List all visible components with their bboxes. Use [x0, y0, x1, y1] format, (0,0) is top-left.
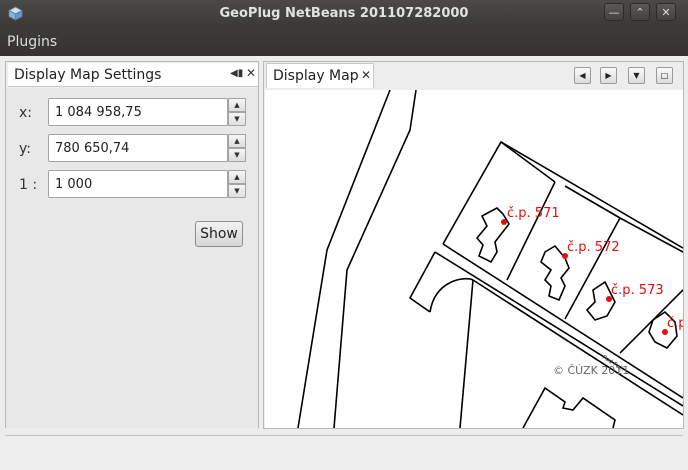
- scale-spinner: ▲ ▼: [48, 170, 246, 198]
- x-decrement-icon[interactable]: ▼: [228, 112, 246, 126]
- menu-plugins[interactable]: Plugins: [7, 34, 57, 50]
- x-spinner: ▲ ▼: [48, 98, 246, 126]
- x-increment-icon[interactable]: ▲: [228, 98, 246, 112]
- map-canvas[interactable]: č.p. 571 č.p. 572 č.p. 573 č.p. Pod Fuž.…: [265, 90, 683, 428]
- y-spinner: ▲ ▼: [48, 134, 246, 162]
- parcel-label: č.p.: [667, 316, 683, 331]
- parcel-markers: [501, 219, 668, 335]
- show-button[interactable]: Show: [195, 221, 243, 247]
- close-tab-icon[interactable]: ✕: [246, 66, 256, 80]
- window-titlebar[interactable]: GeoPlug NetBeans 201107282000 — ⌃ ✕: [0, 0, 688, 28]
- parcel-label: č.p. 573: [611, 283, 664, 298]
- tab-display-map[interactable]: Display Map ✕: [266, 63, 374, 88]
- minimize-icon[interactable]: —: [604, 3, 624, 21]
- scale-increment-icon[interactable]: ▲: [228, 170, 246, 184]
- y-increment-icon[interactable]: ▲: [228, 134, 246, 148]
- tab-display-map-settings[interactable]: Display Map Settings ◀▮ ✕: [8, 63, 258, 87]
- status-bar: [5, 435, 683, 464]
- menubar: Plugins: [0, 28, 688, 56]
- y-decrement-icon[interactable]: ▼: [228, 148, 246, 162]
- scale-label: 1 :: [19, 177, 38, 193]
- scroll-right-icon[interactable]: ▶: [600, 67, 617, 84]
- parcel-label: č.p. 572: [567, 240, 620, 255]
- y-coordinate-input[interactable]: [48, 134, 228, 162]
- tab-label: Display Map: [273, 68, 359, 84]
- document-list-icon[interactable]: ▼: [628, 67, 645, 84]
- scale-input[interactable]: [48, 170, 228, 198]
- minimize-window-icon[interactable]: ◀▮: [230, 68, 243, 79]
- parcel-label: č.p. 571: [507, 206, 560, 221]
- maximize-icon[interactable]: ⌃: [630, 3, 650, 21]
- scroll-left-icon[interactable]: ◀: [574, 67, 591, 84]
- x-coordinate-input[interactable]: [48, 98, 228, 126]
- cadastral-map: č.p. 571 č.p. 572 č.p. 573 č.p. Pod Fuž.…: [297, 90, 683, 428]
- x-label: x:: [19, 105, 33, 121]
- close-icon[interactable]: ✕: [656, 3, 676, 21]
- tab-label: Display Map Settings: [14, 67, 162, 83]
- window-title: GeoPlug NetBeans 201107282000: [219, 6, 469, 21]
- settings-form: x: ▲ ▼ y: ▲ ▼ 1 : ▲ ▼ Show: [6, 88, 258, 428]
- scale-decrement-icon[interactable]: ▼: [228, 184, 246, 198]
- y-label: y:: [19, 141, 31, 157]
- maximize-window-icon[interactable]: □: [656, 67, 673, 84]
- map-panel: Display Map ✕ ◀ ▶ ▼ □ č.p. 571 č.p. 572 …: [263, 61, 684, 429]
- settings-panel: Display Map Settings ◀▮ ✕ x: ▲ ▼ y: ▲ ▼ …: [5, 61, 259, 428]
- map-copyright: © ČÚZK 2011: [553, 364, 629, 377]
- close-tab-icon[interactable]: ✕: [361, 68, 371, 82]
